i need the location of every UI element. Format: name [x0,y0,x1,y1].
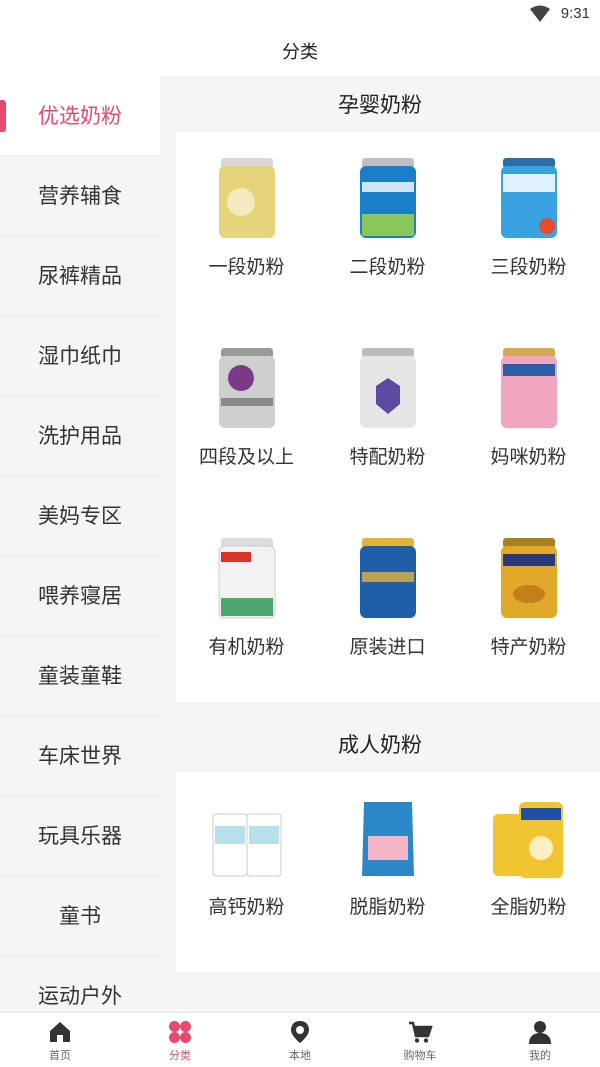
user-icon [529,1021,551,1044]
milk-bag-image [361,802,414,876]
formula-can-image [500,538,557,618]
sidebar-item-toys[interactable]: 玩具乐器 [0,796,160,876]
category-label: 有机奶粉 [208,636,285,658]
category-label: 高钙奶粉 [208,896,285,918]
section-grid-adult-formula: 高钙奶粉 脱脂奶粉 全脂奶粉 [176,772,600,972]
category-label: 原装进口 [349,636,426,658]
formula-can-image [500,158,557,238]
sidebar-item-strollers[interactable]: 车床世界 [0,716,160,796]
sidebar-item-label: 营养辅食 [38,184,122,208]
sidebar-item-wipes[interactable]: 湿巾纸巾 [0,316,160,396]
sidebar-item-label: 尿裤精品 [38,264,122,288]
sidebar-item-label: 运动户外 [38,984,122,1008]
page-title: 分类 [0,30,600,76]
sidebar-item-outdoor[interactable]: 运动户外 [0,956,160,1012]
category-item[interactable]: 三段奶粉 [458,132,599,322]
category-label: 妈咪奶粉 [490,446,567,468]
sidebar-item-label: 美妈专区 [38,504,122,528]
active-indicator [0,100,6,132]
category-grid-icon [169,1021,191,1043]
formula-can-image [359,158,416,238]
category-item[interactable]: 一段奶粉 [176,132,317,322]
location-pin-icon [291,1021,309,1043]
sidebar-item-feeding[interactable]: 喂养寝居 [0,556,160,636]
category-item[interactable]: 二段奶粉 [317,132,458,322]
category-sidebar: 优选奶粉 营养辅食 尿裤精品 湿巾纸巾 洗护用品 美妈专区 喂养寝居 童装童鞋 … [0,76,160,1012]
category-content: 孕婴奶粉 一段奶粉 二段奶粉 三段奶粉 四段及以上 特配奶粉 妈咪奶粉 有机奶粉 [160,76,600,1012]
section-title: 孕婴奶粉 [338,93,422,117]
section-grid-baby-formula: 一段奶粉 二段奶粉 三段奶粉 四段及以上 特配奶粉 妈咪奶粉 有机奶粉 原装进口… [176,132,600,702]
sidebar-item-books[interactable]: 童书 [0,876,160,956]
sidebar-item-label: 优选奶粉 [38,104,122,128]
tab-home[interactable]: 首页 [0,1013,120,1067]
formula-can-image [218,348,275,428]
sidebar-item-care[interactable]: 洗护用品 [0,396,160,476]
formula-can-image [218,158,275,238]
tab-profile[interactable]: 我的 [480,1013,600,1067]
formula-can-image [359,538,416,618]
sidebar-item-mom[interactable]: 美妈专区 [0,476,160,556]
category-item[interactable]: 妈咪奶粉 [458,322,599,512]
tab-label: 首页 [49,1049,71,1062]
status-bar: 9:31 [0,0,600,30]
formula-can-image [500,348,557,428]
category-label: 特配奶粉 [349,446,426,468]
category-label: 特产奶粉 [490,636,567,658]
tab-category[interactable]: 分类 [120,1013,240,1067]
sidebar-item-label: 童书 [59,904,101,928]
category-label: 二段奶粉 [349,256,426,278]
tab-label: 我的 [529,1049,551,1062]
milk-bag-image [212,813,281,877]
category-item[interactable]: 四段及以上 [176,322,317,512]
cart-icon [409,1021,433,1043]
category-item[interactable]: 全脂奶粉 [458,772,599,972]
category-item[interactable]: 脱脂奶粉 [317,772,458,972]
formula-can-image [359,348,416,428]
category-label: 脱脂奶粉 [349,896,426,918]
sidebar-item-label: 洗护用品 [38,424,122,448]
category-item[interactable]: 有机奶粉 [176,512,317,702]
sidebar-item-label: 喂养寝居 [38,584,122,608]
sidebar-item-label: 玩具乐器 [38,824,122,848]
bottom-tab-bar: 首页 分类 本地 购物车 我的 [0,1012,600,1067]
sidebar-item-label: 童装童鞋 [38,664,122,688]
category-item[interactable]: 特配奶粉 [317,322,458,512]
formula-can-image [218,538,275,619]
sidebar-item-food[interactable]: 营养辅食 [0,156,160,236]
tab-label: 分类 [169,1049,191,1062]
sidebar-item-clothing[interactable]: 童装童鞋 [0,636,160,716]
category-item[interactable]: 特产奶粉 [458,512,599,702]
tab-label: 购物车 [403,1049,437,1062]
category-item[interactable]: 原装进口 [317,512,458,702]
category-label: 三段奶粉 [490,256,567,278]
category-label: 一段奶粉 [208,256,285,278]
category-item[interactable]: 高钙奶粉 [176,772,317,972]
formula-can-image [492,802,563,878]
tab-label: 本地 [289,1049,311,1062]
category-label: 四段及以上 [198,446,294,468]
status-time: 9:31 [560,5,590,22]
sidebar-item-diapers[interactable]: 尿裤精品 [0,236,160,316]
tab-cart[interactable]: 购物车 [360,1013,480,1067]
wifi-icon [530,5,550,22]
tab-local[interactable]: 本地 [240,1013,360,1067]
sidebar-item-formula[interactable]: 优选奶粉 [0,76,160,156]
home-icon [50,1022,70,1042]
category-label: 全脂奶粉 [490,896,567,918]
section-title: 成人奶粉 [338,733,422,757]
sidebar-item-label: 湿巾纸巾 [38,344,122,368]
sidebar-item-label: 车床世界 [38,744,122,768]
